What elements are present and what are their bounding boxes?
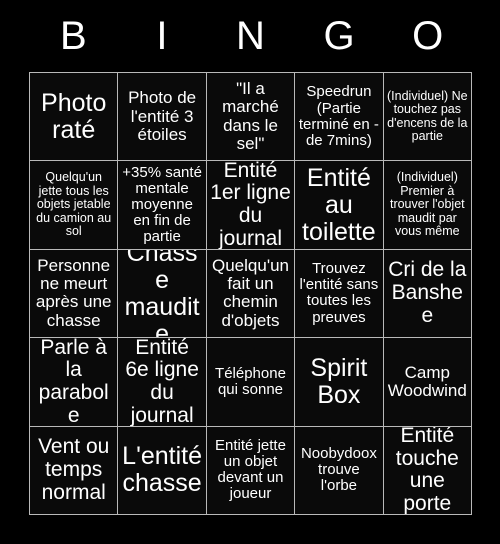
bingo-cell[interactable]: Téléphone qui sonne	[206, 338, 296, 427]
bingo-cell-label: "Il a marché dans le sel"	[222, 78, 279, 154]
bingo-cell-label: Quelqu'un fait un chemin d'objets	[212, 255, 289, 330]
bingo-cell[interactable]: L'entité chasse	[118, 426, 207, 515]
bingo-cell-label: Noobydoox trouve l'orbe	[300, 445, 377, 495]
bingo-cell-label: +35% santé mentale moyenne en fin de par…	[122, 163, 202, 246]
bingo-cell-label: Cri de la Banshee	[388, 258, 467, 327]
bingo-cell[interactable]: Cri de la Banshee	[383, 249, 472, 339]
bingo-cell-label: Téléphone qui sonne	[215, 364, 286, 398]
bingo-cell[interactable]: Photo raté	[30, 73, 119, 162]
bingo-cell[interactable]: Vent ou temps normal	[30, 426, 119, 515]
bingo-cell-label: Photo raté	[41, 88, 107, 144]
bingo-cell[interactable]: Entité jette un objet devant un joueur	[206, 426, 296, 515]
bingo-cell-label: Entité 1er ligne du journal	[210, 161, 291, 250]
bingo-cell[interactable]: Trouvez l'entité sans toutes les preuves	[295, 249, 384, 339]
bingo-cell[interactable]: (Individuel) Ne touchez pas d'encens de …	[383, 73, 472, 162]
bingo-cell[interactable]: Chasse maudite	[118, 249, 207, 339]
header-letter-i: I	[156, 14, 168, 58]
bingo-cell-label: Parle à la parabole	[38, 338, 109, 427]
bingo-cell-label: L'entité chasse	[122, 442, 203, 498]
bingo-cell-label: Photo de l'entité 3 étoiles	[128, 88, 197, 144]
bingo-cell-label: (Individuel) Ne touchez pas d'encens de …	[387, 88, 468, 144]
bingo-cell-label: Camp Woodwind	[387, 362, 467, 400]
bingo-grid: Photo raté Photo de l'entité 3 étoiles "…	[29, 72, 472, 515]
bingo-cell[interactable]: Quelqu'un fait un chemin d'objets	[206, 249, 296, 339]
bingo-cell-label: Speedrun (Partie terminé en - de 7mins)	[298, 83, 379, 149]
bingo-cell-label: Personne ne meurt après une chasse	[35, 255, 112, 330]
bingo-cell[interactable]: Noobydoox trouve l'orbe	[295, 426, 384, 515]
bingo-cell[interactable]: Entité touche une porte	[383, 426, 472, 515]
bingo-card: B I N G O Photo raté Photo de l'entité 3…	[29, 0, 472, 544]
header-letter-g: G	[323, 14, 355, 58]
bingo-cell-label: Trouvez l'entité sans toutes les preuves	[299, 260, 379, 326]
bingo-cell[interactable]: Entité au toilette	[295, 161, 384, 250]
bingo-cell[interactable]: Spirit Box	[295, 338, 384, 427]
bingo-cell[interactable]: (Individuel) Premier à trouver l'objet m…	[383, 161, 472, 250]
bingo-cell[interactable]: Entité 1er ligne du journal	[206, 161, 296, 250]
bingo-cell-label: Entité jette un objet devant un joueur	[215, 436, 286, 503]
bingo-cell-label: (Individuel) Premier à trouver l'objet m…	[389, 170, 465, 239]
bingo-cell[interactable]: Photo de l'entité 3 étoiles	[118, 73, 207, 162]
bingo-cell-label: Spirit Box	[310, 353, 368, 409]
bingo-cell-label: Chasse maudite	[124, 249, 200, 339]
header-letter-b: B	[59, 14, 87, 58]
bingo-cell-label: Entité touche une porte	[395, 426, 459, 515]
bingo-cell-label: Entité au toilette	[302, 163, 376, 246]
bingo-cell[interactable]: Entité 6e ligne du journal	[118, 338, 207, 427]
bingo-cell[interactable]: Quelqu'un jette tous les objets jetable …	[30, 161, 119, 250]
bingo-cell[interactable]: "Il a marché dans le sel"	[206, 73, 296, 162]
bingo-cell-label: Quelqu'un jette tous les objets jetable …	[36, 170, 112, 239]
header-letter-n: N	[236, 14, 265, 58]
bingo-cell[interactable]: Parle à la parabole	[30, 338, 119, 427]
bingo-cell[interactable]: Personne ne meurt après une chasse	[30, 249, 119, 339]
bingo-cell[interactable]: Speedrun (Partie terminé en - de 7mins)	[295, 73, 384, 162]
bingo-cell-label: Entité 6e ligne du journal	[125, 338, 199, 427]
bingo-cell[interactable]: Camp Woodwind	[383, 338, 472, 427]
bingo-cell[interactable]: +35% santé mentale moyenne en fin de par…	[118, 161, 207, 250]
bingo-cell-label: Vent ou temps normal	[38, 435, 110, 504]
bingo-header: B I N G O	[29, 0, 472, 72]
header-letter-o: O	[412, 14, 444, 58]
